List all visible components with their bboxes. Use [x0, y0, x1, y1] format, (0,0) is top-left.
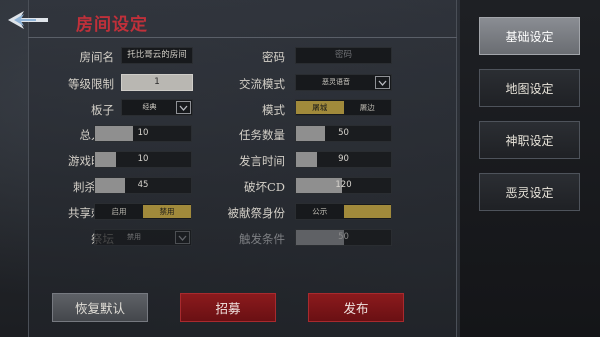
trigger-condition-slider[interactable]: 50 — [295, 229, 392, 246]
trigger-condition-label: 触发条件 — [239, 232, 285, 246]
speak-time-slider[interactable]: 90 — [295, 151, 392, 168]
recruit-button[interactable]: 招募 — [180, 293, 276, 322]
game-time-slider[interactable]: 10 — [94, 151, 192, 168]
title-divider — [28, 37, 457, 38]
back-arrow-icon — [8, 11, 48, 29]
sacrifice-identity-label: 被献祭身份 — [227, 206, 286, 220]
level-limit-label: 等级限制 — [68, 77, 114, 91]
password-input[interactable]: 密码 — [295, 47, 392, 64]
shared-kill-enable[interactable]: 启用 — [95, 204, 143, 219]
sabotage-cd-slider[interactable]: 120 — [295, 177, 392, 194]
sacrifice-identity-hidden[interactable] — [343, 205, 391, 218]
password-label: 密码 — [262, 50, 285, 64]
chat-mode-label: 交流模式 — [239, 77, 285, 91]
settings-screen: 房间设定 房间名 托比哥云的房间 密码 密码 等级限制 1 交流模式 恶灵语音 … — [0, 0, 600, 337]
shared-kill-disable[interactable]: 禁用 — [143, 205, 191, 218]
password-placeholder: 密码 — [334, 50, 352, 60]
chat-mode-dropdown[interactable]: 恶灵语音 — [295, 74, 392, 91]
board-dropdown[interactable]: 经典 — [121, 99, 193, 116]
sacrifice-identity-toggle[interactable]: 公示 — [295, 203, 392, 220]
task-count-label: 任务数量 — [239, 128, 285, 142]
total-players-value: 10 — [137, 128, 149, 138]
sacrifice-identity-public[interactable]: 公示 — [296, 204, 344, 219]
chat-mode-value: 恶灵语音 — [322, 78, 350, 86]
tab-ghost-settings[interactable]: 恶灵设定 — [479, 173, 580, 211]
altar-dropdown[interactable]: 禁用 — [94, 229, 192, 246]
mode-option-tubian[interactable]: 屠边 — [344, 100, 392, 115]
shared-kill-toggle[interactable]: 启用 禁用 — [94, 203, 192, 220]
task-count-slider[interactable]: 50 — [295, 125, 392, 142]
kill-cd-value: 45 — [137, 180, 149, 190]
tab-role-settings[interactable]: 神职设定 — [479, 121, 580, 159]
board-value: 经典 — [142, 103, 157, 111]
chevron-down-icon — [175, 231, 190, 244]
chevron-down-icon — [176, 101, 191, 114]
room-name-input[interactable]: 托比哥云的房间 — [121, 47, 193, 64]
altar-value: 禁用 — [127, 233, 141, 241]
board-label: 板子 — [91, 103, 114, 117]
kill-cd-slider[interactable]: 45 — [94, 177, 192, 194]
mode-label: 模式 — [262, 103, 285, 117]
sabotage-cd-label: 破坏CD — [243, 180, 285, 194]
back-button[interactable] — [6, 8, 50, 32]
reset-default-button[interactable]: 恢复默认 — [52, 293, 148, 322]
mode-toggle[interactable]: 屠城 屠边 — [295, 99, 392, 116]
room-name-value: 托比哥云的房间 — [127, 50, 187, 60]
task-count-value: 50 — [338, 128, 349, 138]
publish-button[interactable]: 发布 — [308, 293, 404, 322]
total-players-slider[interactable]: 10 — [94, 125, 192, 142]
chevron-down-icon — [375, 76, 390, 89]
tab-map-settings[interactable]: 地图设定 — [479, 69, 580, 107]
level-limit-value: 1 — [154, 77, 160, 87]
mode-option-tucheng[interactable]: 屠城 — [296, 101, 344, 114]
page-title: 房间设定 — [76, 15, 148, 35]
sabotage-cd-value: 120 — [335, 180, 352, 190]
tab-basic-settings[interactable]: 基础设定 — [479, 17, 580, 55]
trigger-condition-value: 50 — [338, 232, 349, 242]
speak-time-value: 90 — [338, 154, 349, 164]
room-name-label: 房间名 — [79, 50, 115, 64]
game-time-value: 10 — [137, 154, 149, 164]
speak-time-label: 发言时间 — [239, 154, 285, 168]
level-limit-input[interactable]: 1 — [121, 74, 193, 91]
